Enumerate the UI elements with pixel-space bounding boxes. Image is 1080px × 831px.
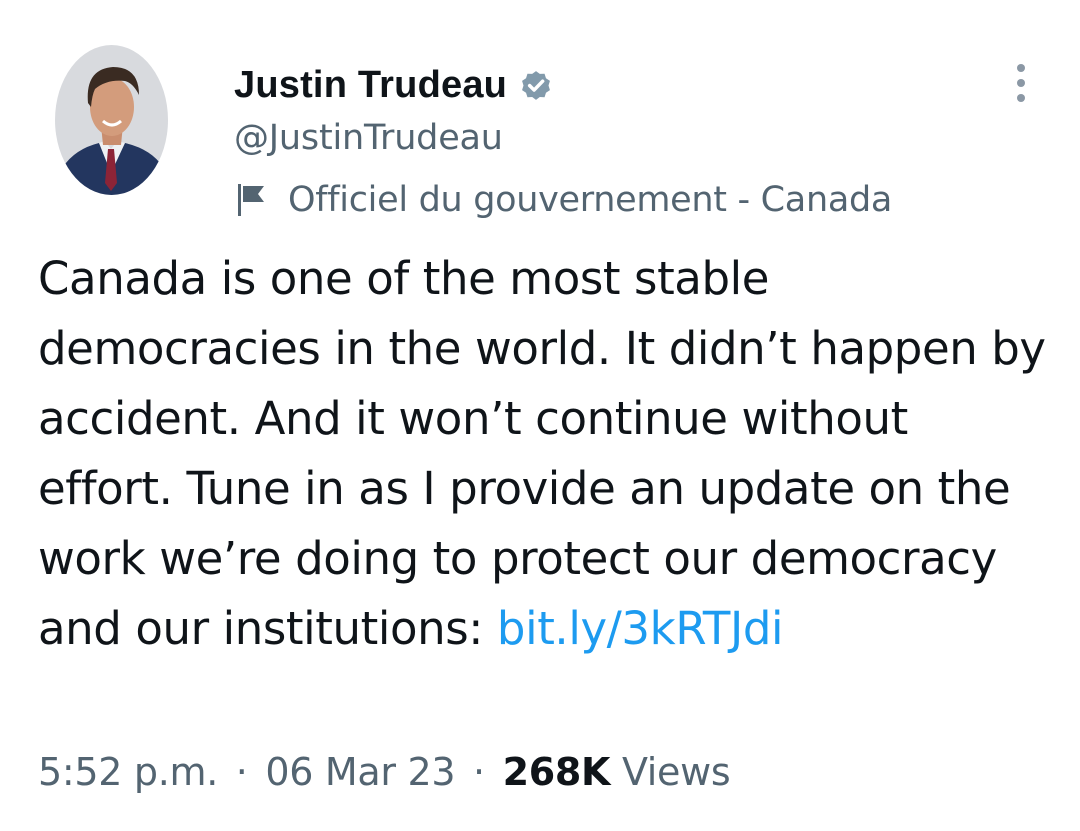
meta-separator: · bbox=[235, 750, 248, 794]
display-name[interactable]: Justin Trudeau bbox=[234, 64, 507, 107]
affiliation-label: Officiel du gouvernement - Canada bbox=[234, 176, 892, 224]
meta-separator: · bbox=[473, 750, 485, 794]
verified-badge-icon bbox=[522, 71, 551, 100]
more-dot bbox=[1017, 79, 1025, 87]
more-dot bbox=[1017, 64, 1025, 72]
flag-icon bbox=[238, 184, 264, 216]
more-dot bbox=[1017, 94, 1025, 102]
name-row: Justin Trudeau bbox=[234, 62, 555, 108]
tweet-time[interactable]: 5:52 p.m. bbox=[38, 750, 218, 794]
more-options-button[interactable] bbox=[1004, 60, 1038, 106]
views-count[interactable]: 268K bbox=[503, 750, 611, 794]
tweet-body: Canada is one of the most stable democra… bbox=[38, 252, 1046, 655]
tweet-meta: 5:52 p.m. · 06 Mar 23 · 268K Views bbox=[38, 750, 731, 794]
tweet-card: Justin Trudeau @JustinTrudeau Officiel d… bbox=[0, 0, 1080, 831]
tweet-date[interactable]: 06 Mar 23 bbox=[265, 750, 455, 794]
avatar-photo-icon bbox=[55, 45, 168, 195]
avatar[interactable] bbox=[55, 45, 168, 195]
views-label: Views bbox=[621, 750, 731, 794]
gov-label-text: Officiel du gouvernement - Canada bbox=[288, 180, 893, 220]
handle[interactable]: @JustinTrudeau bbox=[234, 118, 555, 158]
author-block: Justin Trudeau @JustinTrudeau bbox=[234, 62, 555, 158]
tweet-text: Canada is one of the most stable democra… bbox=[38, 244, 1048, 664]
tweet-link[interactable]: bit.ly/3kRTJdi bbox=[497, 602, 784, 655]
